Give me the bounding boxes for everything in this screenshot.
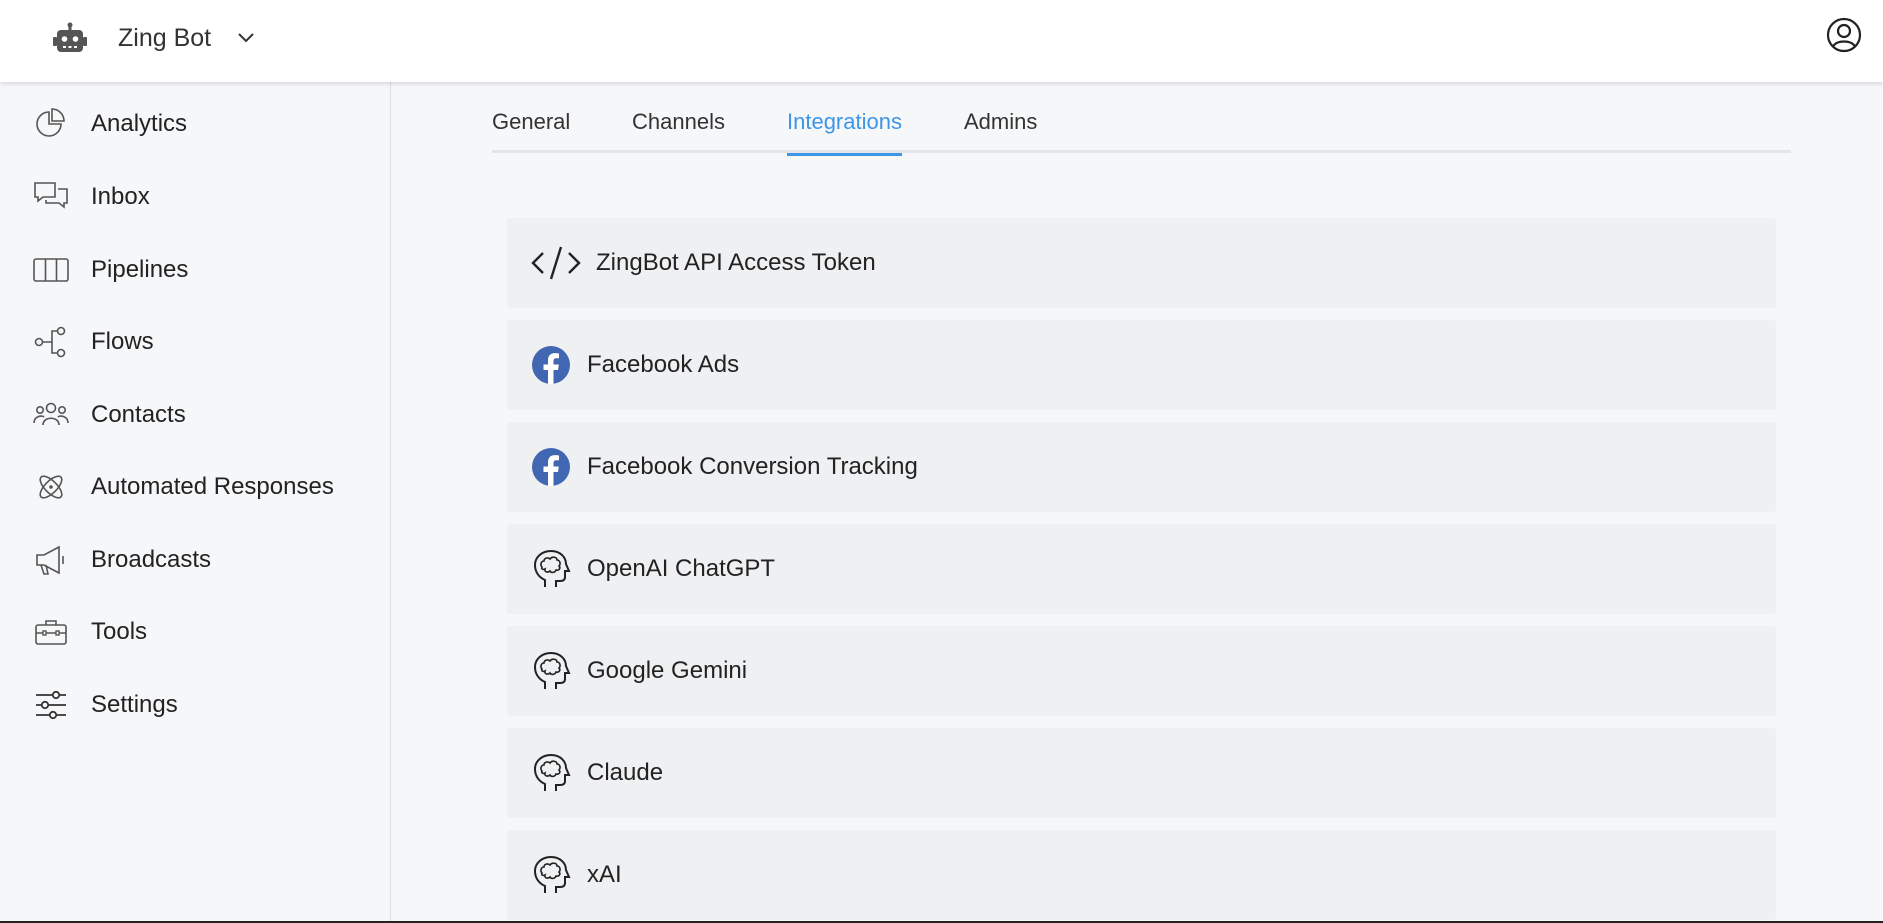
sidebar-item-label: Automated Responses [91, 473, 334, 500]
flow-nodes-icon [34, 326, 66, 358]
sidebar: Analytics Inbox Pipelines Flows Contacts… [0, 82, 391, 923]
sidebar-item-label: Broadcasts [91, 546, 212, 573]
user-circle-icon[interactable] [1826, 17, 1862, 53]
integration-label: Facebook Conversion Tracking [587, 453, 918, 480]
atom-icon [39, 475, 63, 499]
sidebar-item-label: Flows [91, 328, 154, 355]
sidebar-item-pipelines[interactable]: Pipelines [0, 240, 391, 300]
sidebar-item-automated-responses[interactable]: Automated Responses [0, 457, 391, 517]
brain-head-icon [533, 651, 571, 689]
facebook-icon [532, 346, 570, 384]
chevron-down-icon[interactable] [236, 28, 256, 48]
tab-integrations[interactable]: Integrations [787, 107, 902, 156]
integration-label: Claude [587, 759, 664, 786]
sidebar-item-label: Inbox [91, 183, 150, 210]
facebook-icon [532, 448, 570, 486]
sidebar-item-label: Contacts [91, 401, 186, 428]
tab-admins[interactable]: Admins [964, 107, 1037, 153]
sidebar-item-label: Analytics [91, 110, 188, 137]
bot-name[interactable]: Zing Bot [118, 23, 211, 53]
columns-icon [33, 258, 69, 282]
code-icon [531, 246, 581, 280]
megaphone-icon [36, 545, 64, 575]
main-content: General Channels Integrations Admins Zin… [392, 82, 1883, 923]
integration-label: ZingBot API Access Token [596, 249, 876, 276]
brain-head-icon [533, 855, 571, 893]
brain-head-icon [533, 753, 571, 791]
users-icon [33, 402, 69, 426]
settings-tabs: General Channels Integrations Admins [492, 107, 1791, 156]
integration-card-openai-chatgpt[interactable]: OpenAI ChatGPT [507, 524, 1776, 614]
sidebar-item-label: Settings [91, 691, 178, 718]
integration-label: OpenAI ChatGPT [587, 555, 776, 582]
integration-card-facebook-ads[interactable]: Facebook Ads [507, 320, 1776, 410]
sliders-icon [36, 690, 66, 720]
top-bar: Zing Bot [0, 0, 1883, 82]
sidebar-item-flows[interactable]: Flows [0, 312, 391, 372]
sidebar-item-settings[interactable]: Settings [0, 675, 391, 735]
integration-card-claude[interactable]: Claude [507, 728, 1776, 818]
sidebar-item-label: Tools [91, 618, 148, 645]
sidebar-item-inbox[interactable]: Inbox [0, 167, 391, 227]
toolbox-icon [35, 620, 67, 645]
integration-label: xAI [587, 861, 622, 888]
integration-card-facebook-conversion-tracking[interactable]: Facebook Conversion Tracking [507, 422, 1776, 512]
robot-icon [53, 22, 87, 52]
integration-label: Facebook Ads [587, 351, 740, 378]
integration-card-zingbot-api-token[interactable]: ZingBot API Access Token [507, 218, 1776, 308]
sidebar-item-tools[interactable]: Tools [0, 602, 391, 662]
sidebar-item-analytics[interactable]: Analytics [0, 94, 391, 154]
integration-label: Google Gemini [587, 657, 748, 684]
integration-card-xai[interactable]: xAI [507, 830, 1776, 920]
sidebar-item-label: Pipelines [91, 256, 189, 283]
tab-general[interactable]: General [492, 107, 570, 153]
sidebar-item-broadcasts[interactable]: Broadcasts [0, 530, 391, 590]
brain-head-icon [533, 549, 571, 587]
integration-card-google-gemini[interactable]: Google Gemini [507, 626, 1776, 716]
tab-channels[interactable]: Channels [632, 107, 725, 153]
pie-chart-icon [36, 108, 65, 137]
sidebar-item-contacts[interactable]: Contacts [0, 385, 391, 445]
chat-bubbles-icon [34, 182, 68, 209]
